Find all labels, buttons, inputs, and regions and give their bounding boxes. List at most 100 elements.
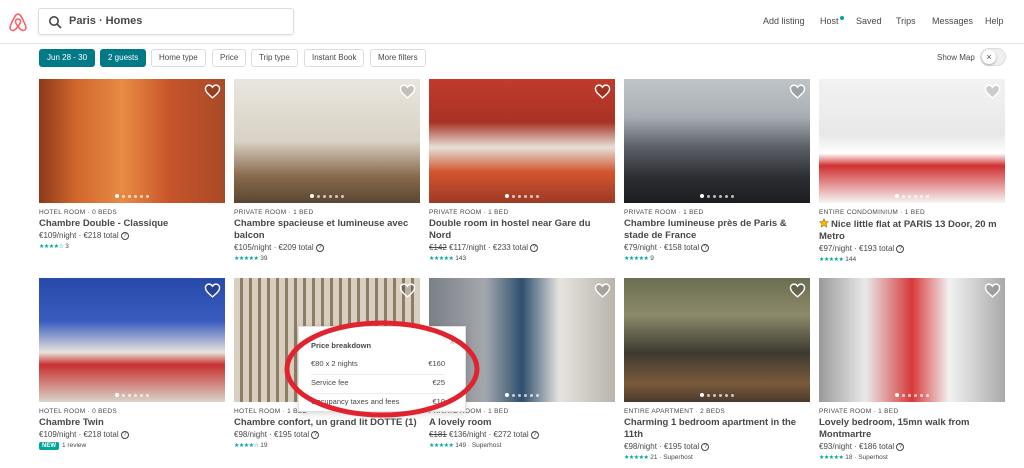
search-bar[interactable]: Paris · Homes xyxy=(38,8,294,35)
listing-card[interactable]: PRIVATE ROOM · 1 BED Chambre lumineuse pr… xyxy=(624,79,810,262)
price-info-icon[interactable]: ? xyxy=(701,442,710,451)
listing-title[interactable]: Lovely bedroom, 15mn walk from Montmartr… xyxy=(819,417,1005,441)
heart-icon[interactable] xyxy=(594,83,611,100)
filter-home-type[interactable]: Home type xyxy=(151,49,206,67)
listing-rating: ★★★★★ 149 · Superhost xyxy=(429,442,615,449)
listing-title[interactable]: Chambre spacieuse et lumineuse avec balc… xyxy=(234,218,420,242)
heart-icon[interactable] xyxy=(789,83,806,100)
listing-card[interactable]: ENTIRE CONDOMINIUM · 1 BED Nice little fl… xyxy=(818,79,1005,263)
listing-photo[interactable] xyxy=(39,79,225,203)
listing-card[interactable]: PRIVATE ROOM · 1 BED Double room in hoste… xyxy=(429,79,615,262)
price-text: €98/night · €195 total xyxy=(234,430,310,439)
price-row: Service fee €25 xyxy=(311,376,445,394)
listing-price: €93/night · €186 total ? xyxy=(819,442,1005,451)
listing-title[interactable]: Double room in hostel near Gare du Nord xyxy=(429,218,615,242)
heart-icon[interactable] xyxy=(204,83,221,100)
review-count: 1 review xyxy=(62,442,87,449)
price-row-value: €25 xyxy=(432,378,445,387)
listing-card[interactable]: ENTIRE APARTMENT · 2 BEDS Charming 1 bedr… xyxy=(624,278,810,461)
price-info-icon[interactable]: ? xyxy=(896,442,905,451)
close-icon: × xyxy=(982,50,996,64)
original-price: €142 xyxy=(429,243,447,252)
review-count: 39 xyxy=(260,255,268,262)
listing-photo[interactable] xyxy=(39,278,225,402)
search-input[interactable]: Paris · Homes xyxy=(69,15,142,27)
carousel-dots[interactable] xyxy=(234,194,420,198)
listing-card[interactable]: HOTEL ROOM · 0 BEDS Chambre Double - Clas… xyxy=(39,79,225,250)
heart-icon[interactable] xyxy=(594,282,611,299)
listing-price: €109/night · €218 total ? xyxy=(39,430,225,439)
price-info-icon[interactable]: ? xyxy=(120,430,129,439)
listing-title[interactable]: Charming 1 bedroom apartment in the 11th xyxy=(624,417,810,441)
show-map-toggle[interactable]: × xyxy=(980,48,1006,66)
price-info-icon[interactable]: ? xyxy=(120,231,129,240)
price-info-icon[interactable]: ? xyxy=(315,243,324,252)
carousel-dots[interactable] xyxy=(624,393,810,397)
listing-photo[interactable] xyxy=(819,278,1005,402)
carousel-dots[interactable] xyxy=(39,393,225,397)
close-icon[interactable]: × xyxy=(450,337,455,347)
filter-guests[interactable]: 2 guests xyxy=(100,49,147,67)
rating-stars-icon: ★★★★★ xyxy=(624,455,649,461)
listing-title[interactable]: Chambre lumineuse près de Paris & stade … xyxy=(624,218,810,242)
listing-photo[interactable] xyxy=(234,79,420,203)
filter-more[interactable]: More filters xyxy=(370,49,426,67)
carousel-dots[interactable] xyxy=(819,393,1005,397)
nav-trips[interactable]: Trips xyxy=(896,16,916,26)
review-count: 143 xyxy=(455,255,467,262)
listing-rating: ★★★★★ 39 xyxy=(234,255,420,262)
filter-trip-type[interactable]: Trip type xyxy=(251,49,298,67)
price-info-icon[interactable]: ? xyxy=(530,243,539,252)
heart-icon[interactable] xyxy=(789,282,806,299)
carousel-dots[interactable] xyxy=(819,194,1005,198)
listing-rating: ★★★★★ 144 xyxy=(819,256,1005,263)
listing-title[interactable]: Chambre Double - Classique xyxy=(39,218,225,230)
heart-icon[interactable] xyxy=(204,282,221,299)
carousel-dots[interactable] xyxy=(429,194,615,198)
listing-photo[interactable] xyxy=(429,79,615,203)
listing-card[interactable]: PRIVATE ROOM · 1 BED Chambre spacieuse et… xyxy=(234,79,420,262)
heart-icon[interactable] xyxy=(984,282,1001,299)
show-map-label: Show Map xyxy=(937,53,975,62)
listing-price: €105/night · €209 total ? xyxy=(234,243,420,252)
heart-icon[interactable] xyxy=(984,83,1001,100)
price-info-icon[interactable]: ? xyxy=(311,430,320,439)
listing-title-text: Lovely bedroom, 15mn walk from Montmartr… xyxy=(819,417,970,440)
listing-title[interactable]: Chambre Twin xyxy=(39,417,225,429)
price-text: €109/night · €218 total xyxy=(39,430,119,439)
nav-add-listing[interactable]: Add listing xyxy=(763,16,805,26)
price-text: €79/night · €158 total xyxy=(624,243,700,252)
listing-photo[interactable] xyxy=(624,79,810,203)
nav-messages[interactable]: Messages xyxy=(932,16,973,26)
filter-dates[interactable]: Jun 28 - 30 xyxy=(39,49,96,67)
listing-card[interactable]: PRIVATE ROOM · 1 BED Lovely bedroom, 15mn… xyxy=(819,278,1005,461)
listing-type: ENTIRE CONDOMINIUM · 1 BED xyxy=(819,209,926,216)
nav-help[interactable]: Help xyxy=(985,16,1004,26)
carousel-dots[interactable] xyxy=(39,194,225,198)
filter-bar: Jun 28 - 30 2 guests Home type Price Tri… xyxy=(0,44,1024,72)
search-icon xyxy=(49,16,62,29)
heart-icon[interactable] xyxy=(399,83,416,100)
price-info-icon[interactable]: ? xyxy=(896,244,905,253)
airbnb-logo-icon[interactable] xyxy=(8,12,28,32)
listing-card[interactable]: HOTEL ROOM · 0 BEDS Chambre Twin €109/nigh… xyxy=(39,278,225,450)
filter-instant-book[interactable]: Instant Book xyxy=(304,49,365,67)
carousel-dots[interactable] xyxy=(624,194,810,198)
price-info-icon[interactable]: ? xyxy=(701,243,710,252)
rating-stars-icon: ★★★★☆ xyxy=(234,443,259,449)
rating-stars-icon: ★★★★★ xyxy=(429,256,454,262)
rating-stars-icon: ★★★★★ xyxy=(624,256,649,262)
listing-title[interactable]: A lovely room xyxy=(429,417,615,429)
filter-price[interactable]: Price xyxy=(212,49,247,67)
price-text: €98/night · €195 total xyxy=(624,442,700,451)
listing-title[interactable]: Chambre confort, un grand lit DOTTE (1) xyxy=(234,417,420,429)
listing-photo[interactable] xyxy=(819,79,1005,203)
nav-saved[interactable]: Saved xyxy=(856,16,882,26)
price-info-icon[interactable]: ? xyxy=(530,430,539,439)
listing-photo[interactable] xyxy=(624,278,810,402)
nav-host[interactable]: Host xyxy=(820,16,839,26)
heart-icon[interactable] xyxy=(399,282,416,299)
listing-title[interactable]: Nice little flat at PARIS 13 Door, 20 m … xyxy=(818,217,1005,243)
original-price: €181 xyxy=(429,430,447,439)
star-icon xyxy=(818,217,830,228)
